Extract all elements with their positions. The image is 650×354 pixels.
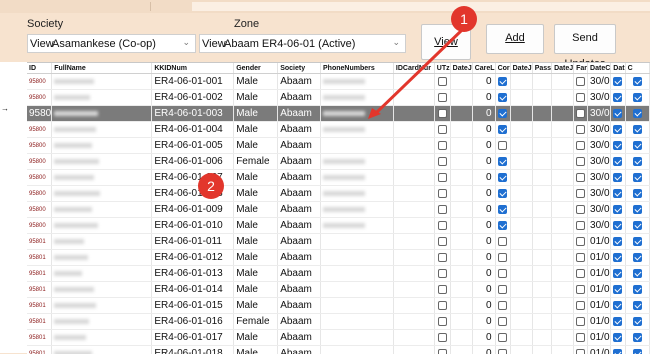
annotation-badge-2: 2 (198, 173, 224, 199)
annotation-badge-1: 1 (451, 6, 477, 32)
annotation-arrow-line (376, 30, 462, 113)
annotation-layer (0, 0, 650, 353)
